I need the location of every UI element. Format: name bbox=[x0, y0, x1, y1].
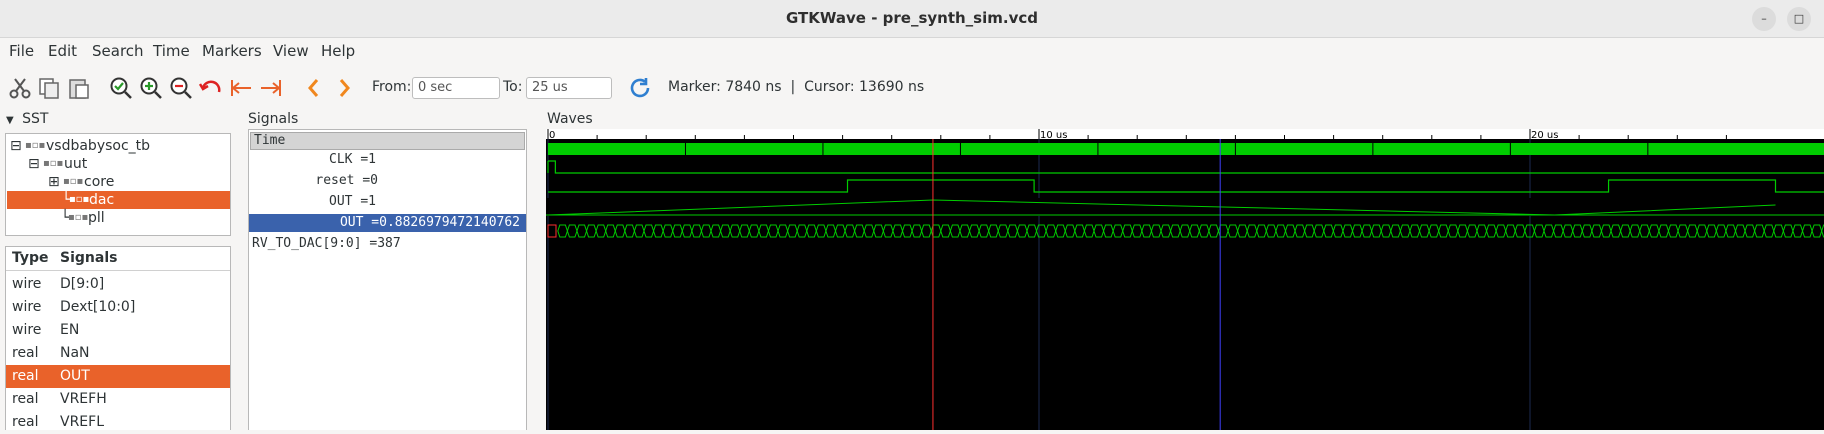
maximize-button[interactable]: □ bbox=[1787, 7, 1811, 31]
waves-title: Waves bbox=[547, 111, 593, 127]
tick-label: 10 us bbox=[1040, 130, 1067, 141]
menu-help[interactable]: Help bbox=[321, 42, 355, 60]
column-type-header[interactable]: Type bbox=[12, 250, 49, 266]
previous-edge-icon[interactable] bbox=[302, 76, 326, 100]
tree-item-uut[interactable]: ⊟ ▪▫▪ uut bbox=[6, 155, 230, 173]
cut-icon[interactable] bbox=[8, 76, 32, 100]
signal-row-reset[interactable]: reset =0 bbox=[249, 172, 526, 190]
tick-label: 0 bbox=[549, 130, 555, 141]
list-item[interactable]: real NaN bbox=[6, 342, 230, 365]
list-item[interactable]: wire EN bbox=[6, 319, 230, 342]
tree-label: pll bbox=[88, 210, 105, 226]
tick-label: 20 us bbox=[1531, 130, 1558, 141]
list-item-selected[interactable]: real OUT bbox=[6, 365, 230, 388]
from-input[interactable]: 0 sec bbox=[412, 77, 500, 99]
waves-canvas[interactable]: 0 10 us 20 us bbox=[546, 129, 1824, 430]
expander-icon[interactable]: ⊟ bbox=[28, 155, 40, 173]
clk-trace bbox=[548, 143, 1824, 155]
zoom-fit-icon[interactable] bbox=[109, 76, 133, 100]
module-icon: ▪▫▪ bbox=[68, 212, 89, 223]
to-input[interactable]: 25 us bbox=[526, 77, 612, 99]
paste-icon[interactable] bbox=[67, 76, 91, 100]
list-item[interactable]: wire Dext[10:0] bbox=[6, 296, 230, 319]
tree-label: dac bbox=[89, 192, 115, 208]
tree-item-core[interactable]: ⊞ ▪▫▪ core bbox=[6, 173, 230, 191]
collapse-triangle-icon: ▼ bbox=[6, 115, 14, 126]
tree-label: uut bbox=[64, 156, 88, 172]
menu-search[interactable]: Search bbox=[92, 42, 144, 60]
toolbar: From: 0 sec To: 25 us Marker: 7840 ns | … bbox=[0, 66, 1824, 110]
signal-row-out-analog[interactable]: OUT =0.8826979472140762 bbox=[249, 214, 526, 232]
menu-time[interactable]: Time bbox=[153, 42, 190, 60]
marker-cursor-readout: Marker: 7840 ns | Cursor: 13690 ns bbox=[668, 79, 925, 95]
module-icon: ▪▫▪ bbox=[25, 140, 46, 151]
to-label: To: bbox=[503, 79, 523, 95]
tree-item-dac[interactable]: └ ▪▫▪ dac bbox=[7, 191, 230, 209]
menu-file[interactable]: File bbox=[9, 42, 34, 60]
zoom-to-start-icon[interactable] bbox=[229, 76, 253, 100]
reload-icon[interactable] bbox=[628, 76, 652, 100]
from-label: From: bbox=[372, 79, 412, 95]
menu-edit[interactable]: Edit bbox=[48, 42, 77, 60]
minimize-button[interactable]: – bbox=[1752, 7, 1776, 31]
tree-label: vsdbabysoc_tb bbox=[46, 138, 151, 154]
zoom-to-end-icon[interactable] bbox=[259, 76, 283, 100]
tree-label: core bbox=[84, 174, 115, 190]
signal-row-out-digital[interactable]: OUT =1 bbox=[249, 193, 526, 211]
waveform-display[interactable]: 0 10 us 20 us bbox=[546, 129, 1824, 430]
sst-tree: ⊟ ▪▫▪ vsdbabysoc_tb ⊟ ▪▫▪ uut ⊞ ▪▫▪ core… bbox=[5, 133, 231, 236]
signals-title: Signals bbox=[248, 111, 299, 127]
copy-icon[interactable] bbox=[37, 76, 61, 100]
next-edge-icon[interactable] bbox=[332, 76, 356, 100]
signals-pane: Time CLK =1 reset =0 OUT =1 OUT =0.88269… bbox=[248, 129, 527, 430]
tree-item-vsdbabysoc-tb[interactable]: ⊟ ▪▫▪ vsdbabysoc_tb bbox=[6, 137, 230, 155]
module-icon: ▪▫▪ bbox=[63, 176, 84, 187]
list-item[interactable]: real VREFH bbox=[6, 388, 230, 411]
module-icon: ▪▫▪ bbox=[69, 194, 90, 205]
module-icon: ▪▫▪ bbox=[43, 158, 64, 169]
time-ruler bbox=[546, 129, 1824, 139]
window-titlebar: GTKWave - pre_synth_sim.vcd – □ bbox=[0, 0, 1824, 38]
list-item[interactable]: wire D[9:0] bbox=[6, 273, 230, 296]
tree-item-pll[interactable]: └ ▪▫▪ pll bbox=[6, 209, 230, 227]
menu-bar: File Edit Search Time Markers View Help bbox=[0, 38, 1824, 64]
list-header: Type Signals bbox=[6, 247, 230, 271]
menu-view[interactable]: View bbox=[273, 42, 309, 60]
zoom-in-icon[interactable] bbox=[139, 76, 163, 100]
zoom-out-icon[interactable] bbox=[169, 76, 193, 100]
out-analog-row bbox=[546, 198, 1824, 216]
sst-expander[interactable]: ▼ SST bbox=[6, 111, 48, 127]
signal-type-list: Type Signals wire D[9:0] wire Dext[10:0] w… bbox=[5, 246, 231, 430]
undo-zoom-icon[interactable] bbox=[199, 76, 223, 100]
signal-row-clk[interactable]: CLK =1 bbox=[249, 151, 526, 169]
sst-title: SST bbox=[22, 111, 49, 127]
signal-row-rv-to-dac[interactable]: RV_TO_DAC[9:0] =387 bbox=[249, 235, 526, 253]
menu-markers[interactable]: Markers bbox=[202, 42, 262, 60]
list-item[interactable]: real VREFL bbox=[6, 411, 230, 434]
column-signals-header[interactable]: Signals bbox=[60, 250, 117, 266]
time-header: Time bbox=[250, 132, 525, 150]
expander-icon[interactable]: ⊞ bbox=[48, 173, 60, 191]
window-title: GTKWave - pre_synth_sim.vcd bbox=[785, 9, 1038, 27]
expander-icon[interactable]: ⊟ bbox=[10, 137, 22, 155]
